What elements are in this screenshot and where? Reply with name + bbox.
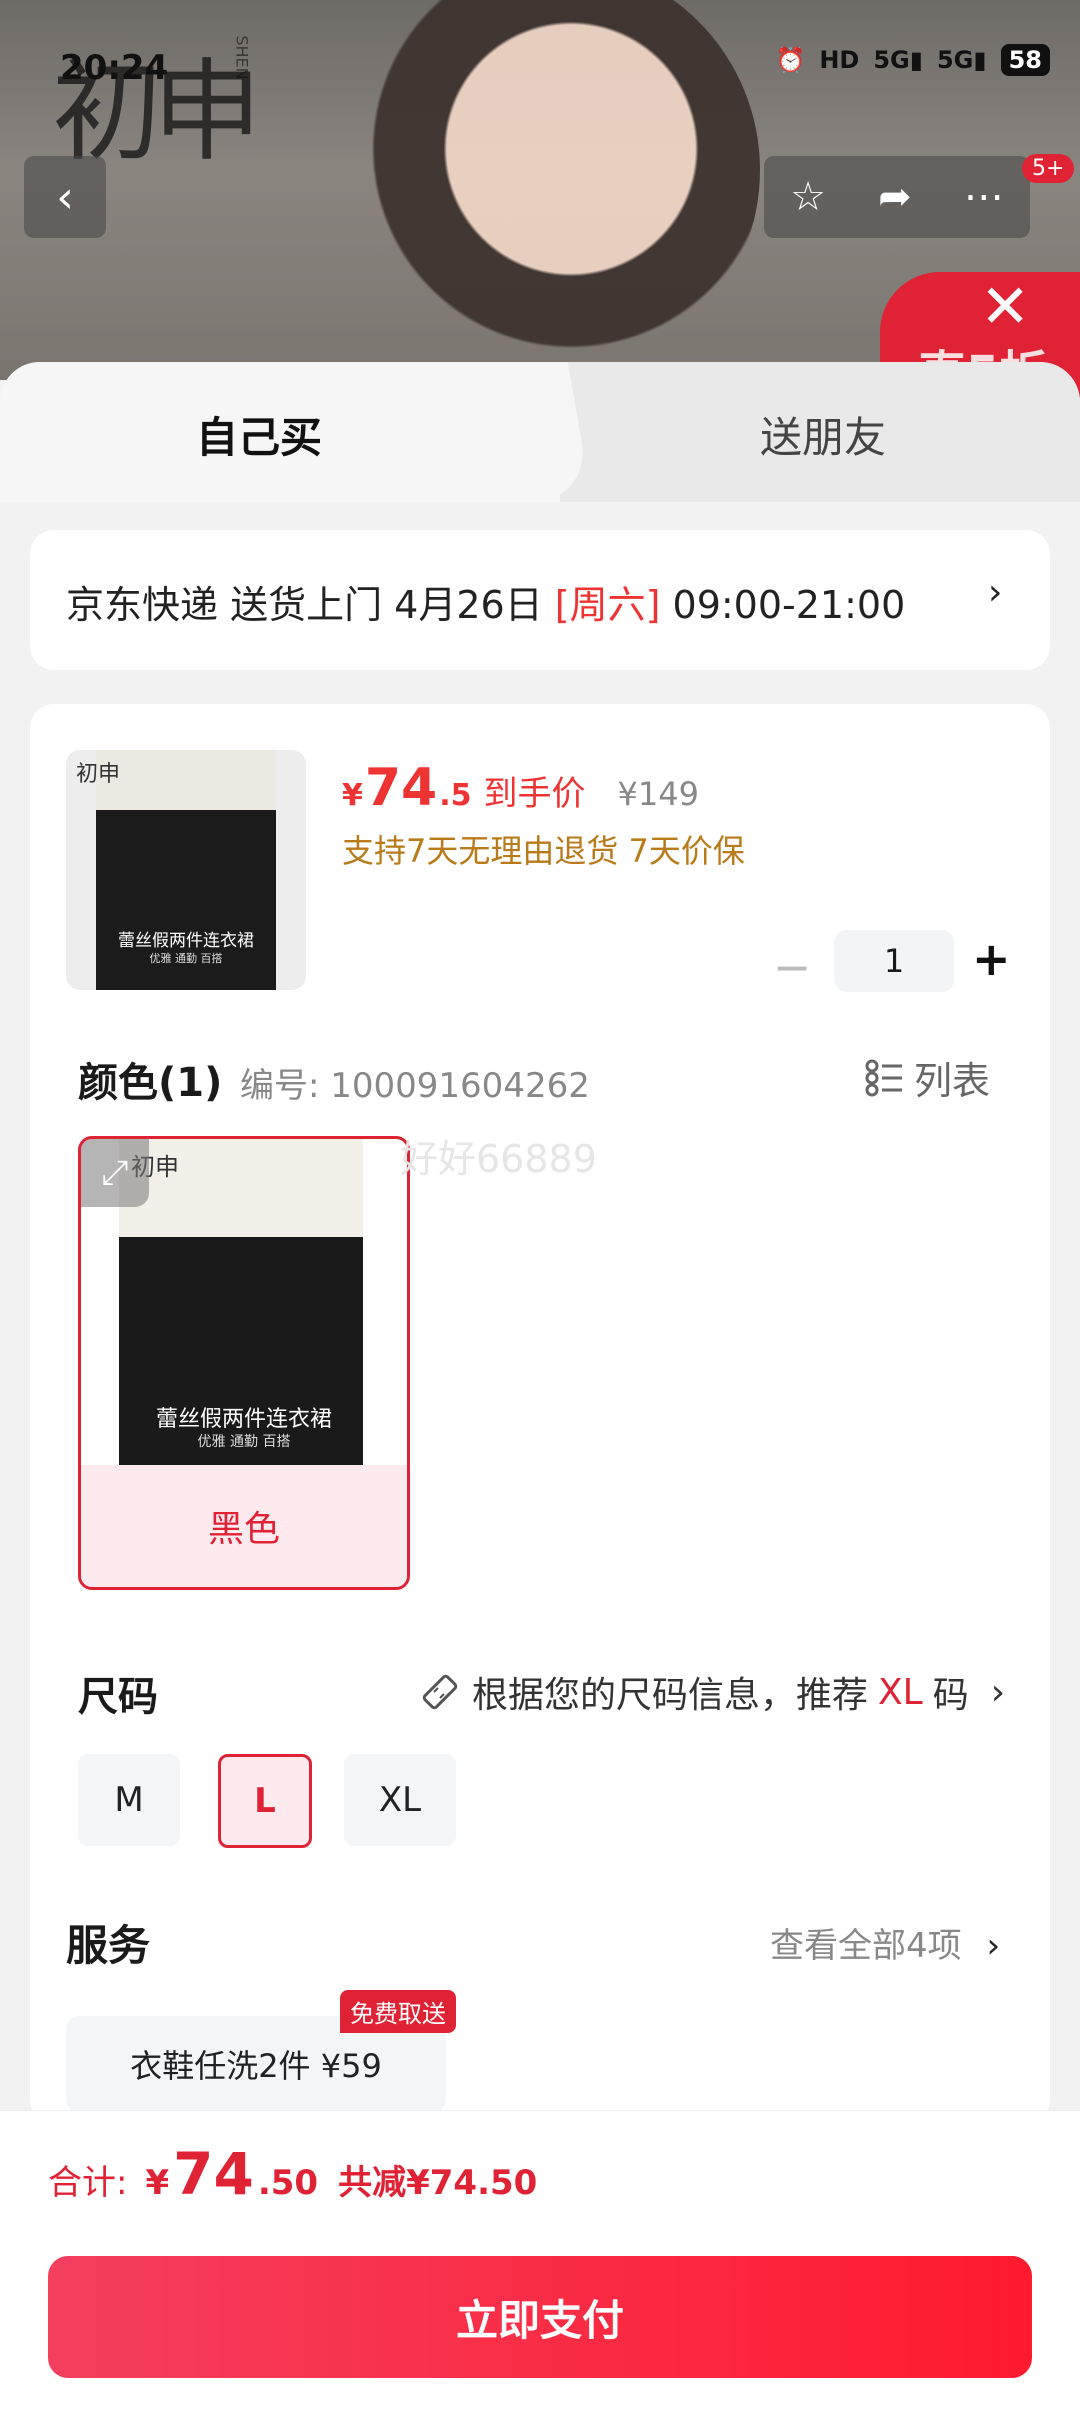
- list-icon: [865, 1059, 902, 1096]
- status-time: 20:24: [60, 48, 169, 88]
- list-view-toggle[interactable]: 列表: [864, 1050, 990, 1105]
- brand-logo-small: SHEN: [232, 35, 252, 80]
- size-recommendation[interactable]: 根据您的尺码信息，推荐 XL 码 ›: [418, 1666, 1005, 1718]
- sku-number: 编号: 100091604262: [240, 1066, 590, 1106]
- share-icon[interactable]: ➦: [878, 174, 912, 220]
- delivery-info: 京东快递 送货上门 4月26日 [周六] 09:00-21:00: [66, 583, 906, 627]
- signal-icon-2: 5G▮: [936, 46, 987, 74]
- product-thumbnail[interactable]: 初申 蕾丝假两件连衣裙 优雅 通勤 百搭: [66, 750, 306, 990]
- quantity-increase-button[interactable]: +: [972, 932, 1011, 986]
- back-button[interactable]: ‹: [24, 156, 106, 238]
- favorite-star-icon[interactable]: ☆: [790, 174, 826, 220]
- model-photo: [340, 0, 760, 380]
- close-icon[interactable]: ✕: [980, 272, 1030, 342]
- status-icons: ⏰ HD 5G▮ 5G▮ 58: [775, 44, 1050, 76]
- free-pickup-badge: 免费取送: [340, 1990, 456, 2033]
- final-price-label: 到手价: [483, 774, 586, 814]
- delivery-weekday: [周六]: [554, 583, 661, 627]
- alarm-icon: ⏰: [775, 46, 806, 74]
- size-option-xl[interactable]: XL: [344, 1754, 456, 1846]
- order-total: 合计: ¥ 74 .50 共减¥74.50: [48, 2140, 538, 2208]
- chevron-right-icon[interactable]: ›: [988, 572, 1002, 613]
- more-menu-icon[interactable]: ⋯: [964, 174, 1004, 220]
- tab-send-to-friend[interactable]: 送朋友: [760, 404, 886, 465]
- service-section-title: 服务: [66, 1921, 151, 1970]
- final-price: 74: [364, 758, 438, 818]
- size-option-m[interactable]: M: [78, 1754, 180, 1846]
- battery-icon: 58: [1000, 44, 1050, 76]
- size-section-title: 尺码: [78, 1674, 158, 1720]
- pay-now-button[interactable]: 立即支付: [48, 2256, 1032, 2378]
- quantity-decrease-button[interactable]: −: [772, 940, 812, 994]
- color-section-title: 颜色(1): [78, 1060, 223, 1106]
- header-actions: ☆ ➦ ⋯: [764, 156, 1030, 238]
- price-row: ¥ 74 .5 到手价 ¥149: [342, 758, 699, 818]
- tab-buy-for-self[interactable]: 自己买: [196, 404, 322, 465]
- original-price: ¥149: [617, 775, 699, 813]
- view-all-services[interactable]: 查看全部4项 ›: [770, 1918, 1000, 1967]
- watermark: 好好66889: [400, 1137, 597, 1181]
- ruler-icon: [422, 1674, 458, 1710]
- quantity-field[interactable]: 1: [834, 930, 954, 992]
- return-policy: 支持7天无理由退货 7天价保: [342, 832, 745, 870]
- total-discount: 共减¥74.50: [338, 2163, 538, 2203]
- chevron-right-icon: ›: [986, 1926, 1001, 1966]
- hd-icon: HD: [819, 46, 860, 74]
- expand-icon[interactable]: ⤢: [81, 1139, 149, 1207]
- notification-badge: 5+: [1022, 154, 1075, 183]
- chevron-right-icon: ›: [990, 1671, 1006, 1713]
- size-option-l[interactable]: L: [218, 1754, 312, 1848]
- color-option-label: 黑色: [81, 1465, 407, 1587]
- signal-icon-1: 5G▮: [873, 46, 923, 74]
- color-option-black[interactable]: 初申 蕾丝假两件连衣裙 优雅 通勤 百搭 ⤢ 黑色: [78, 1136, 410, 1590]
- chevron-left-icon: ‹: [56, 171, 74, 223]
